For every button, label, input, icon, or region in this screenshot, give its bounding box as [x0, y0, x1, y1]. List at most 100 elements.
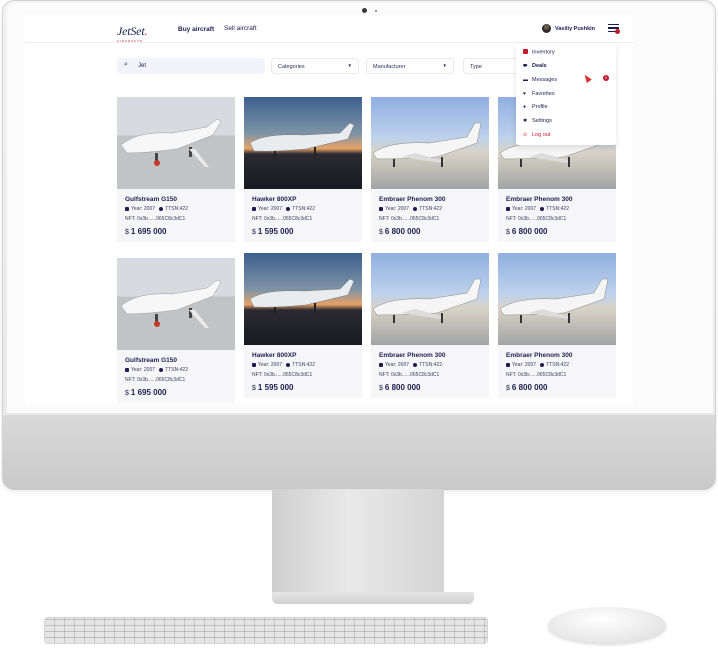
- listing-meta: Year: 2007 TTSN:422: [506, 206, 569, 212]
- messages-badge: 2: [603, 75, 609, 81]
- listing-ttsn: TTSN:422: [419, 362, 442, 368]
- listing-price: $6 800 000: [506, 227, 548, 236]
- listing-year: Year: 2007: [385, 206, 410, 212]
- aircraft-photo: [371, 253, 489, 345]
- listing-title: Embraer Phenom 300: [506, 352, 573, 359]
- listing-nft-value: NFT: 0x3b......065C8c3dC1: [379, 216, 440, 222]
- listing-year: Year: 2007: [258, 362, 283, 368]
- listing-price: $1 595 000: [252, 227, 294, 236]
- listing-title: Embraer Phenom 300: [379, 352, 446, 359]
- listing-card[interactable]: Embraer Phenom 300 Year: 2007 TTSN:422 N…: [371, 97, 489, 242]
- search-value: Jet: [138, 63, 147, 69]
- monitor-stand: [272, 489, 444, 593]
- listing-price: $1 695 000: [125, 388, 167, 397]
- price-value: 1 695 000: [130, 227, 167, 236]
- magic-mouse: [548, 607, 666, 643]
- listing-nft: NFT: 0x3b......065C8c3dC1: [125, 377, 185, 383]
- nav-sell-aircraft[interactable]: Sell aircraft: [224, 25, 257, 32]
- categories-select[interactable]: Categories ▼: [271, 58, 359, 74]
- listing-title: Embraer Phenom 300: [379, 196, 446, 203]
- app-screen: JetSet. AIRCRAFTS Buy aircraft Sell airc…: [25, 15, 633, 403]
- listing-card[interactable]: Hawker 800XP Year: 2007 TTSN:422 NFT: 0x…: [244, 97, 362, 242]
- listing-year: Year: 2007: [131, 367, 156, 373]
- chat-icon: ▬: [523, 77, 528, 83]
- calendar-icon: [125, 367, 129, 372]
- clock-icon: [413, 362, 418, 367]
- avatar[interactable]: [542, 24, 551, 33]
- listing-nft-value: NFT: 0x3b......065C8c3dC1: [252, 216, 313, 222]
- listing-nft-value: NFT: 0x3b......065C8c3dC1: [506, 216, 567, 222]
- menu-item-profile[interactable]: ● Profile: [523, 104, 548, 114]
- listing-price: $1 695 000: [125, 227, 167, 236]
- type-label: Type: [470, 63, 482, 70]
- listing-nft: NFT: 0x3b......065C8c3dC1: [252, 372, 312, 378]
- menu-item-label: Messages: [532, 77, 558, 83]
- listing-card[interactable]: Hawker 800XP Year: 2007 TTSN:422 NFT: 0x…: [244, 253, 362, 398]
- menu-icon[interactable]: [608, 24, 620, 34]
- menu-item-logout[interactable]: ⊙ Log out: [523, 132, 550, 142]
- currency: $: [125, 390, 129, 397]
- menu-item-settings[interactable]: ✱ Settings: [523, 118, 552, 128]
- menu-item-messages[interactable]: ▬ Messages: [523, 77, 557, 87]
- manufacturer-select[interactable]: Manufacturer ▼: [366, 58, 454, 74]
- gear-icon: ✱: [523, 118, 528, 124]
- price-value: 1 595 000: [257, 227, 294, 236]
- listing-nft: NFT: 0x3b......065C8c3dC1: [506, 216, 566, 222]
- keyboard: [44, 617, 488, 644]
- menu-item-favorites[interactable]: ♥ Favorites: [523, 91, 555, 101]
- logout-icon: ⊙: [523, 132, 528, 138]
- stand-base: [272, 592, 474, 604]
- listing-price: $6 800 000: [379, 227, 421, 236]
- chevron-down-icon: ▼: [347, 63, 352, 68]
- monitor-chin: [3, 415, 715, 490]
- user-name[interactable]: Vasiliy Pushkin: [555, 26, 595, 32]
- logo-subtitle: AIRCRAFTS: [117, 39, 144, 43]
- price-value: 6 800 000: [511, 227, 548, 236]
- clock-icon: [159, 367, 164, 372]
- listing-ttsn: TTSN:422: [165, 206, 188, 212]
- search-input[interactable]: ⌕ Jet: [117, 58, 265, 74]
- menu-item-label: Settings: [532, 118, 552, 124]
- aircraft-photo: [117, 97, 235, 189]
- listing-nft: NFT: 0x3b......065C8c3dC1: [252, 216, 312, 222]
- listing-card[interactable]: Embraer Phenom 300 Year: 2007 TTSN:422 N…: [498, 253, 616, 398]
- listing-meta: Year: 2007 TTSN:422: [506, 362, 569, 368]
- calendar-icon: [252, 362, 256, 367]
- search-icon: ⌕: [124, 61, 128, 68]
- price-value: 1 595 000: [257, 383, 294, 392]
- currency: $: [506, 229, 510, 236]
- listing-nft: NFT: 0x3b......065C8c3dC1: [379, 216, 439, 222]
- menu-item-label: Deals: [532, 63, 547, 69]
- clock-icon: [540, 362, 545, 367]
- menu-item-deals[interactable]: ⬬ Deals: [523, 63, 547, 73]
- menu-item-inventory[interactable]: Inventory: [523, 49, 555, 59]
- menu-item-label: Favorites: [532, 91, 555, 97]
- aircraft-photo: [371, 97, 489, 189]
- listing-price: $6 800 000: [506, 383, 548, 392]
- handshake-icon: ⬬: [523, 63, 528, 69]
- listing-year: Year: 2007: [385, 362, 410, 368]
- listing-meta: Year: 2007 TTSN:422: [379, 362, 442, 368]
- listing-meta: Year: 2007 TTSN:422: [379, 206, 442, 212]
- listing-title: Hawker 800XP: [252, 196, 297, 203]
- clock-icon: [413, 206, 418, 211]
- listing-title: Hawker 800XP: [252, 352, 297, 359]
- listing-year: Year: 2007: [258, 206, 283, 212]
- jetset-logo[interactable]: JetSet. AIRCRAFTS: [117, 22, 147, 43]
- nav-buy-aircraft[interactable]: Buy aircraft: [178, 26, 214, 33]
- listing-nft-value: NFT: 0x3b......065C8c3dC1: [252, 372, 313, 378]
- monitor-bezel: JetSet. AIRCRAFTS Buy aircraft Sell airc…: [7, 3, 713, 413]
- listing-ttsn: TTSN:422: [292, 206, 315, 212]
- clock-icon: [286, 362, 291, 367]
- listing-card[interactable]: Gulfstream G150 Year: 2007 TTSN:422 NFT:…: [117, 97, 235, 242]
- heart-icon: ♥: [523, 91, 526, 97]
- categories-label: Categories: [278, 63, 305, 70]
- listing-card[interactable]: Embraer Phenom 300 Year: 2007 TTSN:422 N…: [371, 253, 489, 398]
- price-value: 1 695 000: [130, 388, 167, 397]
- clock-icon: [159, 206, 164, 211]
- notification-dot: [615, 29, 620, 34]
- currency: $: [252, 229, 256, 236]
- currency: $: [506, 385, 510, 392]
- menu-item-label: Log out: [532, 132, 551, 138]
- listing-card[interactable]: Gulfstream G150 Year: 2007 TTSN:422 NFT:…: [117, 258, 235, 403]
